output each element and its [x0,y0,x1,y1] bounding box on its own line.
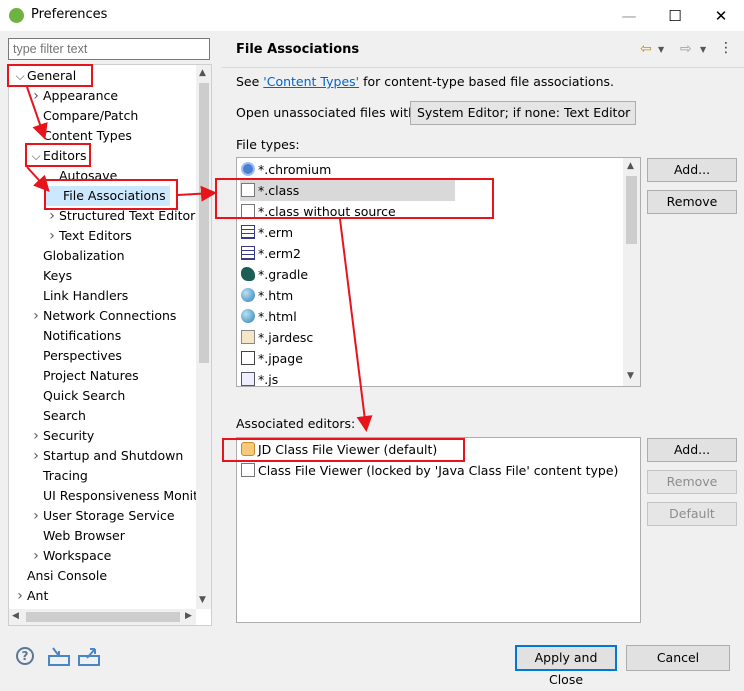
arrow-editors-to-file-associations [26,166,50,192]
arrow-to-associated-editor [339,218,373,432]
arrow-general-to-editors [26,86,48,140]
arrow-to-class-types [177,185,217,202]
annotation-arrows [26,86,373,432]
